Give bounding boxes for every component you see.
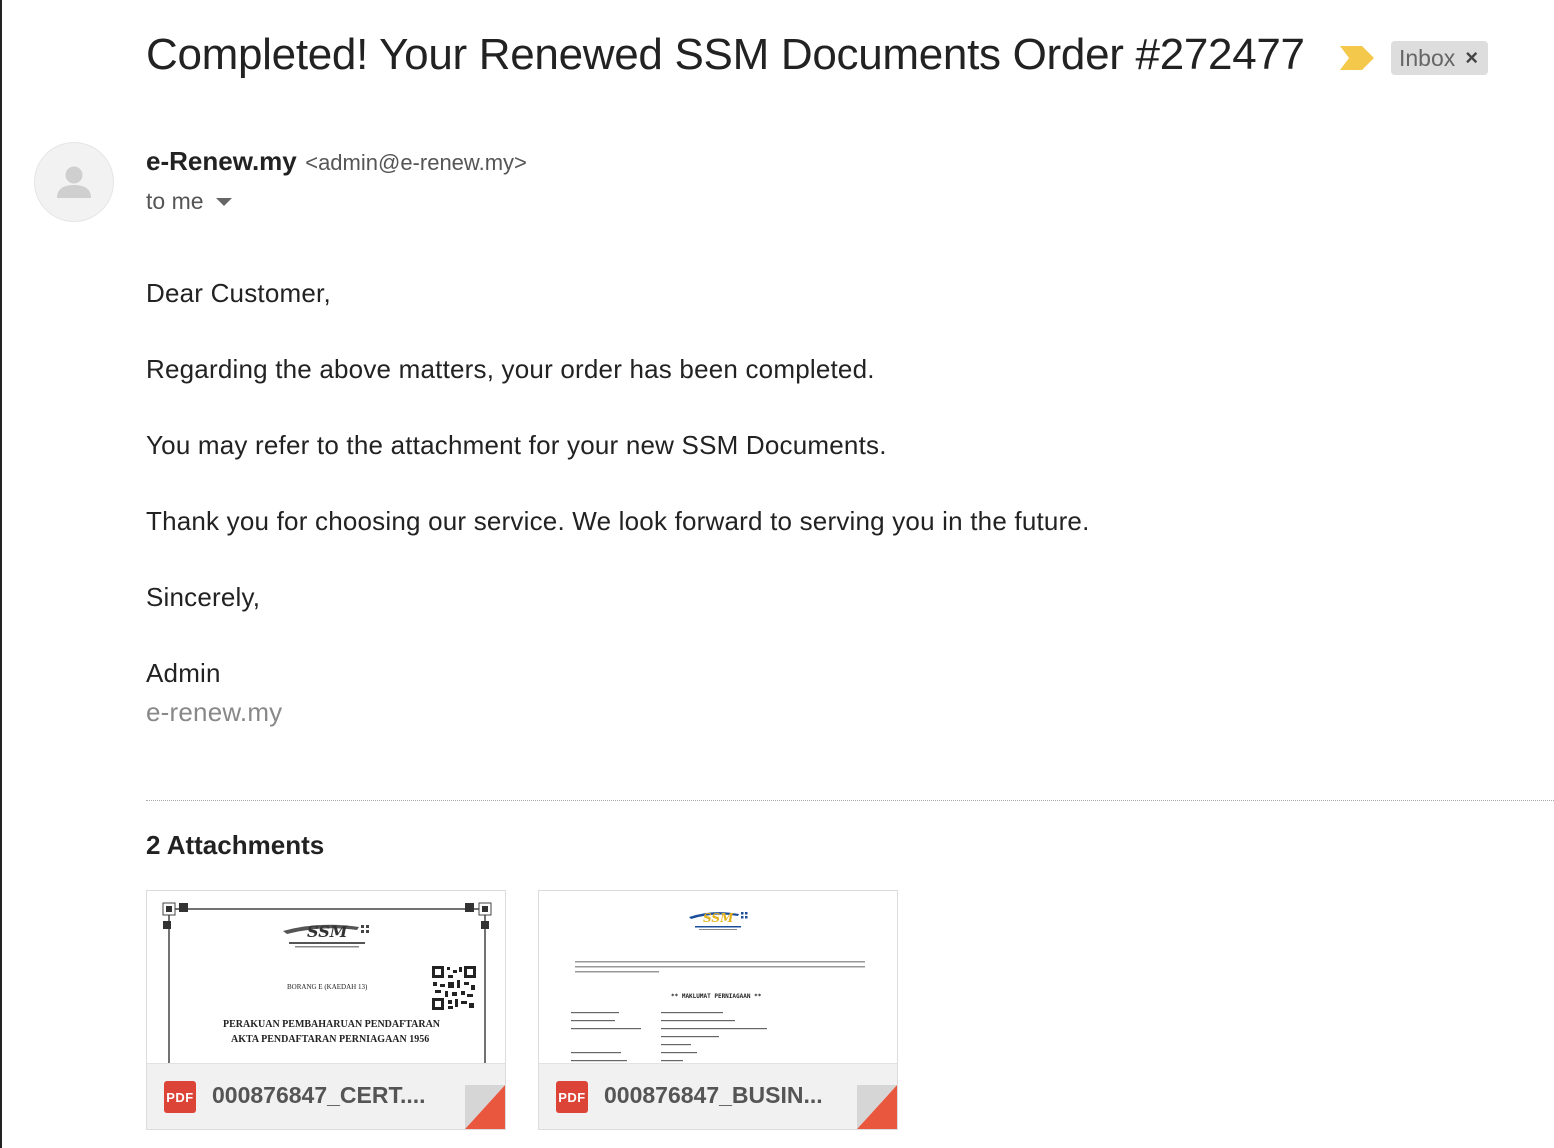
email-subject: Completed! Your Renewed SSM Documents Or… [146,30,1305,79]
ssm-logo: SSM [283,922,369,948]
svg-text:SSM: SSM [703,911,734,925]
inbox-label-chip: Inbox × [1391,41,1489,75]
person-icon [57,166,91,198]
attachments-divider [146,800,1554,801]
attachment-card[interactable]: SSM ** MAKLUMAT PERNIAGAAN ** PDF 000876… [538,890,898,1130]
certificate-heading-line-1: PERAKUAN PEMBAHARUAN PENDAFTARAN [223,1019,441,1030]
section-title: ** MAKLUMAT PERNIAGAAN ** [671,993,762,1000]
attachment-card[interactable]: SSM BORANG E (KAEDAH 13) PERAKUAN PEMBAH… [146,890,506,1130]
chevron-down-icon [215,197,232,206]
recipient-label: to me [146,188,204,214]
qr-code-icon [431,965,477,1011]
attachment-preview: SSM BORANG E (KAEDAH 13) PERAKUAN PEMBAH… [147,891,505,1063]
sender-avatar [34,142,114,222]
inbox-label-text: Inbox [1399,44,1456,71]
remove-label-icon[interactable]: × [1465,45,1478,71]
page-fold-corner-icon [465,1085,505,1129]
form-title: BORANG E (KAEDAH 13) [287,983,368,991]
body-line-2: You may refer to the attachment for your… [146,430,887,460]
attachments-heading: 2 Attachments [146,830,325,860]
certificate-heading-line-2: AKTA PENDAFTARAN PERNIAGAAN 1956 [231,1034,430,1045]
sender-name[interactable]: e-Renew.my [146,146,297,176]
body-line-1: Regarding the above matters, your order … [146,354,875,384]
body-line-3: Thank you for choosing our service. We l… [146,506,1090,536]
body-greeting: Dear Customer, [146,278,331,308]
attachment-file-name: 000876847_BUSIN... [604,1082,823,1108]
sender-email: <admin@e-renew.my> [305,150,527,175]
attachment-file-name: 000876847_CERT.... [212,1082,426,1108]
pdf-icon: PDF [164,1081,196,1113]
recipient-details-toggle[interactable]: to me [146,188,232,215]
page-fold-corner-icon [857,1085,897,1129]
svg-text:SSM: SSM [307,922,349,941]
attachment-preview: SSM ** MAKLUMAT PERNIAGAAN ** [539,891,897,1063]
window-left-edge [0,0,2,1148]
body-closing: Sincerely, [146,582,261,612]
ssm-logo: SSM [689,911,748,930]
pdf-icon: PDF [556,1081,588,1113]
signature-name: Admin [146,658,221,688]
sender-info: e-Renew.my <admin@e-renew.my> [146,146,527,177]
importance-marker-icon[interactable] [1340,46,1374,70]
signature-site: e-renew.my [146,697,283,727]
